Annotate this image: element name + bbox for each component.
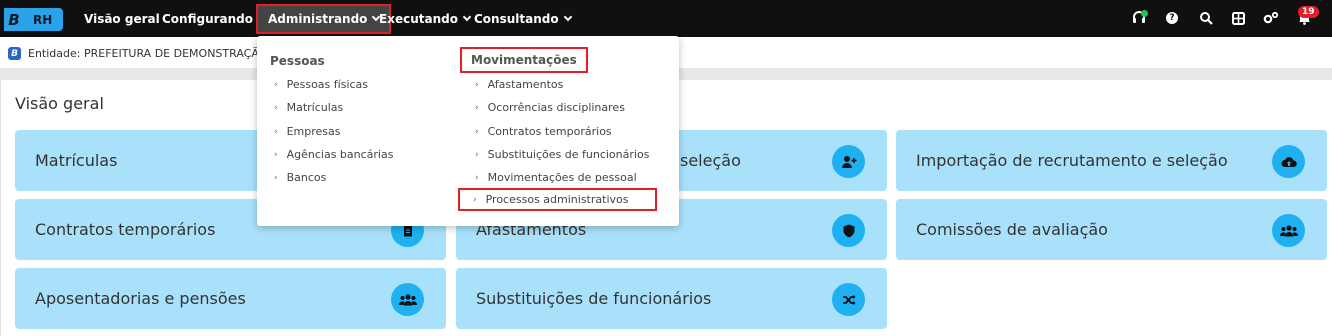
card-substituicoes-funcionarios[interactable]: Substituições de funcionários <box>456 268 887 329</box>
entity-indicator[interactable]: B Entidade: PREFEITURA DE DEMONSTRAÇÃO <box>8 47 267 60</box>
chevron-down-icon <box>462 12 472 22</box>
cloud-upload-icon <box>1272 145 1305 178</box>
menu-item-ocorrencias-disciplinares[interactable]: › Ocorrências disciplinares <box>475 101 625 114</box>
menu-item-matriculas[interactable]: › Matrículas <box>274 101 343 114</box>
chevron-right-icon: › <box>274 149 278 160</box>
menu-item-label: Substituições de funcionários <box>487 148 650 161</box>
menu-item-label: Agências bancárias <box>286 148 394 161</box>
chevron-right-icon: › <box>274 126 278 137</box>
chevron-right-icon: › <box>274 102 278 113</box>
nav-administrando[interactable]: Administrando <box>256 4 392 34</box>
card-importacao-recrutamento[interactable]: Importação de recrutamento e seleção <box>896 130 1327 191</box>
logo-text: RH <box>33 12 53 27</box>
menu-section-pessoas: Pessoas <box>270 54 325 68</box>
nav-executando[interactable]: Executando <box>379 4 472 34</box>
menu-item-label: Movimentações de pessoal <box>487 171 637 184</box>
grid-icon[interactable] <box>1230 10 1246 26</box>
card-label: Substituições de funcionários <box>476 289 712 308</box>
nav-consultando[interactable]: Consultando <box>474 4 572 34</box>
user-plus-icon <box>832 145 865 178</box>
menu-item-label: Empresas <box>286 125 341 138</box>
card-aposentadorias-pensoes[interactable]: Aposentadorias e pensões <box>15 268 446 329</box>
chevron-right-icon: › <box>475 79 479 90</box>
chevron-right-icon: › <box>473 194 477 205</box>
menu-item-bancos[interactable]: › Bancos <box>274 171 326 184</box>
chevron-right-icon: › <box>475 102 479 113</box>
nav-label: Consultando <box>474 12 559 26</box>
menu-item-agencias-bancarias[interactable]: › Agências bancárias <box>274 148 393 161</box>
chevron-right-icon: › <box>475 149 479 160</box>
menu-item-contratos-temporarios[interactable]: › Contratos temporários <box>475 125 612 138</box>
card-label: Matrículas <box>35 151 118 170</box>
menu-item-label: Contratos temporários <box>487 125 612 138</box>
nav-label: Visão geral <box>84 12 160 26</box>
card-label: Aposentadorias e pensões <box>35 289 246 308</box>
card-comissoes-avaliacao[interactable]: Comissões de avaliação <box>896 199 1327 260</box>
users-icon <box>391 283 424 316</box>
top-nav-bar: B RH Visão geral Configurando Administra… <box>0 0 1332 37</box>
menu-item-empresas[interactable]: › Empresas <box>274 125 341 138</box>
chevron-right-icon: › <box>274 79 278 90</box>
entity-label: Entidade: PREFEITURA DE DEMONSTRAÇÃO <box>28 47 268 60</box>
help-icon[interactable]: ? <box>1164 10 1180 26</box>
chevron-down-icon <box>563 12 572 22</box>
menu-item-label: Ocorrências disciplinares <box>487 101 625 114</box>
menu-item-label: Processos administrativos <box>485 193 629 206</box>
administrando-dropdown: Pessoas › Pessoas físicas › Matrículas › Em… <box>257 36 679 226</box>
menu-item-label: Pessoas físicas <box>286 78 369 91</box>
logo-letter: B <box>4 8 24 31</box>
page-title: Visão geral <box>15 94 104 113</box>
chevron-right-icon: › <box>274 172 278 183</box>
menu-item-processos-administrativos[interactable]: › Processos administrativos <box>458 188 658 211</box>
menu-item-movimentacoes-pessoal[interactable]: › Movimentações de pessoal <box>475 171 637 184</box>
app-logo[interactable]: B RH <box>4 8 63 31</box>
nav-visao-geral[interactable]: Visão geral <box>84 4 160 34</box>
card-label: Importação de recrutamento e seleção <box>916 151 1228 170</box>
card-label: Comissões de avaliação <box>916 220 1108 239</box>
gears-icon[interactable] <box>1263 10 1279 26</box>
menu-item-label: Bancos <box>286 171 327 184</box>
nav-label: Administrando <box>268 12 368 26</box>
menu-item-substituicoes-funcionarios[interactable]: › Substituições de funcionários <box>475 148 649 161</box>
card-label: seleção <box>680 151 741 170</box>
menu-section-movimentacoes: Movimentações <box>460 47 588 73</box>
nav-label: Configurando <box>162 12 254 26</box>
nav-label: Executando <box>379 12 458 26</box>
chevron-right-icon: › <box>475 126 479 137</box>
shuffle-icon <box>832 283 865 316</box>
chevron-right-icon: › <box>475 172 479 183</box>
users-icon <box>1272 214 1305 247</box>
menu-item-afastamentos[interactable]: › Afastamentos <box>475 78 563 91</box>
search-icon[interactable] <box>1198 10 1214 26</box>
menu-item-pessoas-fisicas[interactable]: › Pessoas físicas <box>274 78 368 91</box>
menu-item-label: Afastamentos <box>487 78 564 91</box>
notification-badge: 19 <box>1298 6 1319 18</box>
menu-item-label: Matrículas <box>286 101 344 114</box>
entity-icon: B <box>8 47 21 60</box>
nav-configurando[interactable]: Configurando <box>162 4 267 34</box>
online-status-dot <box>1141 10 1148 17</box>
card-label: Contratos temporários <box>35 220 216 239</box>
shield-icon <box>832 214 865 247</box>
